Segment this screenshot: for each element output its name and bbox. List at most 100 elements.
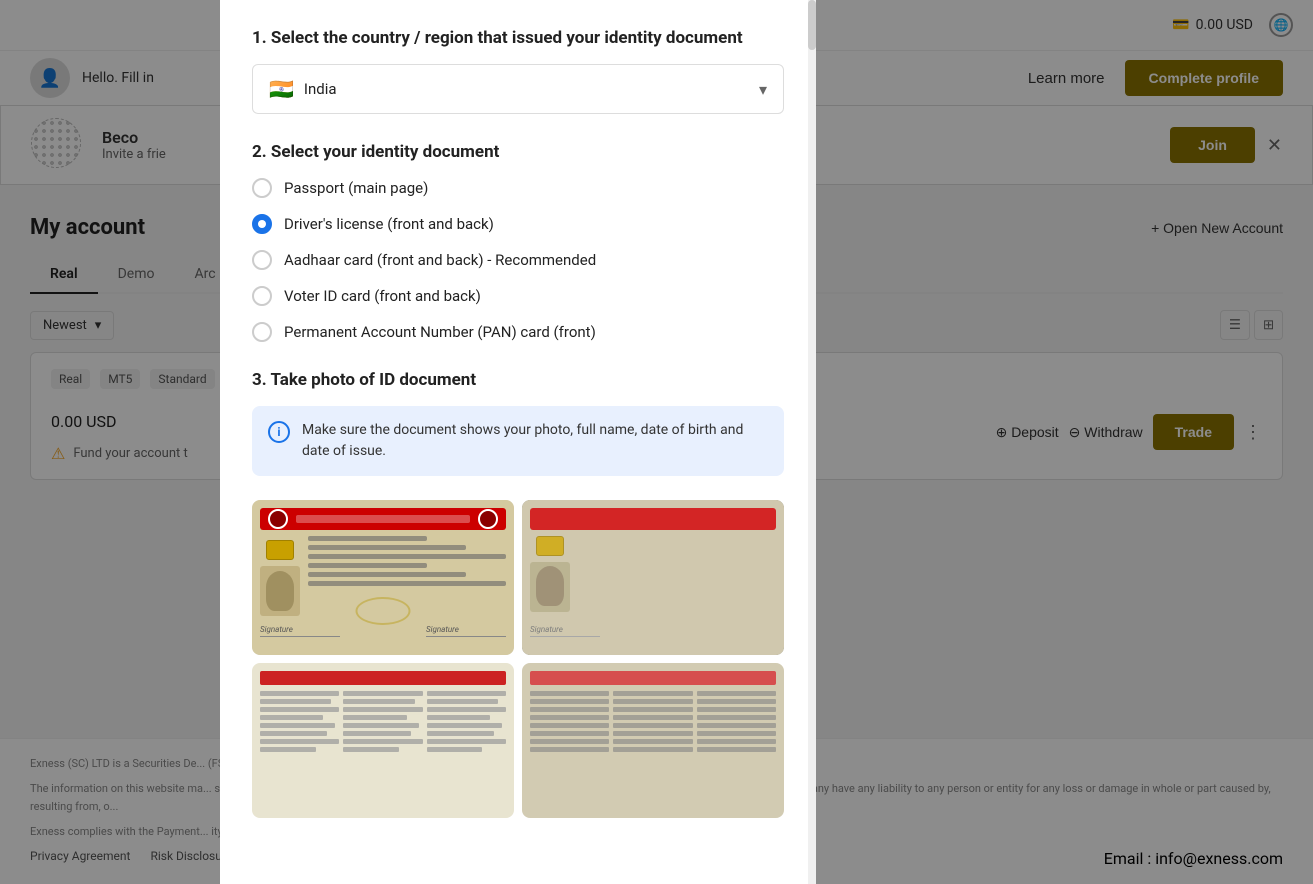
dl-cell xyxy=(343,731,410,736)
dl-back-cell xyxy=(530,699,609,704)
info-text: Make sure the document shows your photo,… xyxy=(302,420,768,462)
dl-back-image: Signature xyxy=(522,500,784,655)
dl-back-sig-area: Signature xyxy=(530,625,776,637)
dl-back-header xyxy=(530,508,776,530)
dl-sig-line-right xyxy=(426,636,506,637)
dl-table-col-1 xyxy=(260,691,339,752)
dl-cell xyxy=(427,739,506,744)
dl-cell xyxy=(427,723,502,728)
step1-title: 1. Select the country / region that issu… xyxy=(252,28,784,48)
country-name: India xyxy=(304,80,337,98)
id-card-front-bottom[interactable] xyxy=(252,663,514,818)
dl-back-person xyxy=(536,566,564,606)
dl-back-cell xyxy=(697,715,776,720)
dl-emblem-left xyxy=(268,509,288,529)
dl-cell xyxy=(427,731,494,736)
radio-drivers-license-circle xyxy=(252,214,272,234)
dl-front-image: Signature Signature xyxy=(252,500,514,655)
dl-cell xyxy=(343,715,406,720)
dl-back-cell xyxy=(697,691,776,696)
dl-chip xyxy=(266,540,294,560)
dl-cell xyxy=(427,699,498,704)
dl-cell xyxy=(343,747,399,752)
dl-back-cell xyxy=(613,739,692,744)
radio-aadhaar-circle xyxy=(252,250,272,270)
dl-back-cell xyxy=(613,707,692,712)
chevron-down-icon: ▾ xyxy=(759,80,767,99)
dl-back-cell xyxy=(697,747,776,752)
radio-voter-circle xyxy=(252,286,272,306)
dl-photo xyxy=(260,566,300,616)
dl-cell xyxy=(343,723,418,728)
step2-title: 2. Select your identity document xyxy=(252,142,784,162)
dl-cell xyxy=(427,747,483,752)
dl-back-col-1 xyxy=(530,691,609,752)
dl-table-header xyxy=(260,671,506,685)
dl-back-cell xyxy=(530,731,609,736)
dl-cell xyxy=(260,699,331,704)
dl-back-cell xyxy=(613,723,692,728)
dl-line-3 xyxy=(308,554,506,559)
dl-back-cell xyxy=(530,691,609,696)
dl-back-cell xyxy=(697,723,776,728)
dl-back-col-2 xyxy=(613,691,692,752)
radio-drivers-license-label: Driver's license (front and back) xyxy=(284,215,494,233)
dl-back-cell xyxy=(613,747,692,752)
dl-back-cell xyxy=(697,731,776,736)
dl-line-4 xyxy=(308,563,427,568)
radio-drivers-license[interactable]: Driver's license (front and back) xyxy=(252,214,784,234)
dl-back-cell xyxy=(697,707,776,712)
country-flag: 🇮🇳 xyxy=(269,77,294,101)
dl-back-col-3 xyxy=(697,691,776,752)
dl-sig-left: Signature xyxy=(260,625,340,634)
dl-back-cell xyxy=(530,715,609,720)
step3-title: 3. Take photo of ID document xyxy=(252,370,784,390)
radio-pan[interactable]: Permanent Account Number (PAN) card (fro… xyxy=(252,322,784,342)
dl-back-cell xyxy=(697,699,776,704)
dl-back-cell xyxy=(530,707,609,712)
modal-scrollbar-thumb[interactable] xyxy=(808,0,816,50)
radio-passport-circle xyxy=(252,178,272,198)
dl-back-cell xyxy=(613,715,692,720)
info-icon: i xyxy=(268,421,290,443)
radio-aadhaar[interactable]: Aadhaar card (front and back) - Recommen… xyxy=(252,250,784,270)
radio-voter[interactable]: Voter ID card (front and back) xyxy=(252,286,784,306)
dl-cell xyxy=(260,715,323,720)
dl-back-cell xyxy=(613,731,692,736)
radio-passport[interactable]: Passport (main page) xyxy=(252,178,784,198)
dl-cell xyxy=(343,699,414,704)
id-card-front[interactable]: Signature Signature xyxy=(252,500,514,655)
dl-back-cell xyxy=(530,723,609,728)
dl-back-sig-line xyxy=(530,636,600,637)
info-box: i Make sure the document shows your phot… xyxy=(252,406,784,476)
dl-cell xyxy=(343,691,422,696)
dl-cell xyxy=(427,715,490,720)
dl-back-cell xyxy=(530,747,609,752)
dl-header xyxy=(260,508,506,530)
dl-cell xyxy=(260,723,335,728)
dl-cell xyxy=(427,691,506,696)
dl-line-2 xyxy=(308,545,466,550)
radio-pan-label: Permanent Account Number (PAN) card (fro… xyxy=(284,323,596,341)
dl-back-table-rows xyxy=(530,691,776,752)
dl-table-col-2 xyxy=(343,691,422,752)
dl-line-5 xyxy=(308,572,466,577)
radio-passport-label: Passport (main page) xyxy=(284,179,428,197)
dl-cell xyxy=(260,747,316,752)
dl-back-chip xyxy=(536,536,564,556)
dl-back-table-card xyxy=(522,663,784,818)
dl-emblem-right xyxy=(478,509,498,529)
dl-back-photo xyxy=(530,562,570,612)
id-card-back-bottom[interactable] xyxy=(522,663,784,818)
dl-table-col-3 xyxy=(427,691,506,752)
dl-back-body xyxy=(530,536,776,612)
dl-cell xyxy=(260,707,339,712)
dl-line-1 xyxy=(308,536,427,541)
dl-signature-area: Signature Signature xyxy=(260,625,506,637)
id-card-back[interactable]: Signature xyxy=(522,500,784,655)
id-cards-grid: Signature Signature xyxy=(252,500,784,818)
dl-table-rows xyxy=(260,691,506,752)
country-dropdown[interactable]: 🇮🇳 India ▾ xyxy=(252,64,784,114)
dl-back-cell xyxy=(697,739,776,744)
id-document-radio-group: Passport (main page) Driver's license (f… xyxy=(252,178,784,342)
